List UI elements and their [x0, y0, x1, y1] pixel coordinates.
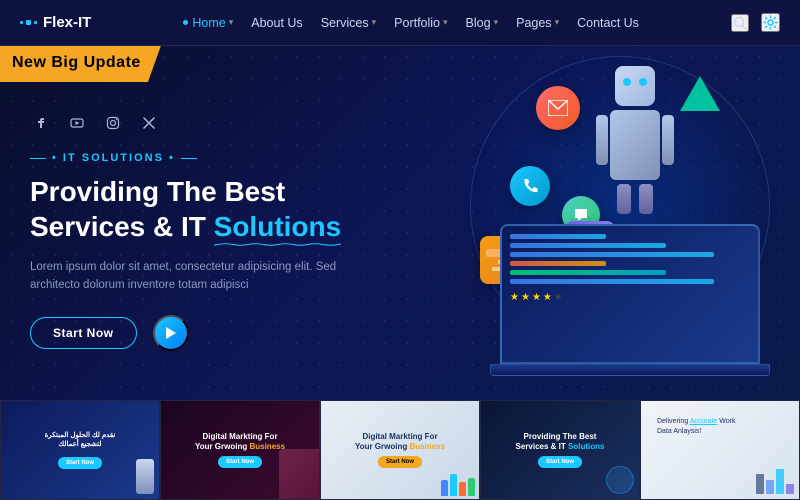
navbar: Flex-IT Home ▾ About Us Services ▾ Portf…	[0, 0, 800, 46]
hero-actions: Start Now	[30, 315, 420, 351]
nav-link-blog[interactable]: Blog ▾	[466, 16, 499, 30]
teal-triangle-accent	[680, 76, 720, 111]
youtube-icon[interactable]	[66, 112, 88, 134]
thumb-2-deco	[279, 449, 319, 499]
it-solutions-label: • IT SOLUTIONS •	[30, 152, 420, 164]
thumb-1-btn[interactable]: Start Now	[58, 457, 102, 469]
thumb-1-title: نقدم لك الحلول المبتكرةلتشجيع أعمالك	[45, 431, 116, 449]
facebook-icon[interactable]	[30, 112, 52, 134]
robot-legs	[600, 184, 670, 214]
nav-link-home[interactable]: Home ▾	[183, 16, 233, 30]
hero-description: Lorem ipsum dolor sit amet, consectetur …	[30, 258, 370, 295]
logo-icon	[20, 20, 37, 25]
update-badge: New Big Update	[0, 46, 161, 82]
thumbnail-3[interactable]: Digital Markting ForYour Grwoing Busines…	[320, 400, 480, 500]
screen-line-4	[510, 261, 606, 266]
screen-line-1	[510, 234, 606, 239]
chevron-down-icon: ▾	[372, 17, 377, 28]
nav-link-contact[interactable]: Contact Us	[577, 16, 639, 30]
thumbnail-strip: نقدم لك الحلول المبتكرةلتشجيع أعمالك Sta…	[0, 400, 800, 500]
robot-leg-left	[617, 184, 631, 214]
thumb-2-btn[interactable]: Start Now	[218, 456, 262, 468]
start-now-button[interactable]: Start Now	[30, 317, 137, 349]
chevron-down-icon: ▾	[555, 17, 560, 28]
play-icon	[166, 327, 176, 339]
robot-figure	[600, 66, 670, 226]
thumb-2-title: Digital Markting ForYour Grwoing Busines…	[195, 432, 285, 453]
thumb-3-btn[interactable]: Start Now	[378, 456, 422, 468]
hero-section: New Big Update	[0, 46, 800, 400]
chevron-down-icon: ▾	[443, 17, 448, 28]
thumb-3-title: Digital Markting ForYour Grwoing Busines…	[355, 432, 445, 453]
robot-head	[615, 66, 655, 106]
robot-body	[610, 110, 660, 180]
nav-link-portfolio[interactable]: Portfolio ▾	[394, 16, 447, 30]
float-phone-icon	[510, 166, 550, 206]
search-icon	[733, 16, 747, 30]
thumbnail-2[interactable]: Digital Markting ForYour Grwoing Busines…	[160, 400, 320, 500]
thumb-5-deco	[756, 469, 794, 494]
thumbnail-5[interactable]: Delivering Accurate WorkData Anlaysis!	[640, 400, 800, 500]
brand-name: Flex-IT	[43, 14, 91, 31]
nav-link-services[interactable]: Services ▾	[321, 16, 376, 30]
hero-right-illustration: 24/7 ★ ★	[400, 46, 800, 400]
robot-eye-right	[639, 78, 647, 86]
gear-icon	[763, 15, 778, 30]
instagram-icon[interactable]	[102, 112, 124, 134]
chevron-down-icon: ▾	[229, 17, 234, 28]
hero-left-content: • IT SOLUTIONS • Providing The Best Serv…	[0, 46, 420, 400]
robot-leg-right	[639, 184, 653, 214]
laptop-illustration: ★ ★ ★ ★ ★	[500, 224, 760, 376]
screen-line-5	[510, 270, 666, 275]
laptop-base	[490, 364, 771, 376]
screen-stars: ★ ★ ★ ★ ★	[510, 292, 750, 303]
mini-robot-1	[136, 459, 154, 494]
thumb-5-text: Delivering Accurate WorkData Anlaysis!	[649, 409, 743, 445]
thumbnail-4[interactable]: Providing The BestServices & IT Solution…	[480, 400, 640, 500]
search-button[interactable]	[731, 14, 749, 32]
nav-links: Home ▾ About Us Services ▾ Portfolio ▾ B…	[183, 16, 639, 30]
nav-link-pages[interactable]: Pages ▾	[516, 16, 559, 30]
robot-arm-left	[596, 115, 608, 165]
robot-arm-right	[662, 115, 674, 165]
iso-illustration: 24/7 ★ ★	[400, 46, 800, 400]
float-email-icon	[536, 86, 580, 130]
screen-line-6	[510, 279, 714, 284]
screen-line-2	[510, 243, 666, 248]
screen-line-3	[510, 252, 714, 257]
robot-eye-left	[623, 78, 631, 86]
thumb-3-figures	[441, 474, 475, 496]
laptop-screen: ★ ★ ★ ★ ★	[500, 224, 760, 364]
thumb-4-deco	[606, 466, 634, 494]
play-button[interactable]	[153, 315, 189, 351]
chevron-down-icon: ▾	[494, 17, 499, 28]
settings-button[interactable]	[761, 13, 780, 32]
thumb-4-title: Providing The BestServices & IT Solution…	[516, 432, 605, 453]
brand-logo[interactable]: Flex-IT	[20, 14, 91, 31]
thumbnail-1[interactable]: نقدم لك الحلول المبتكرةلتشجيع أعمالك Sta…	[0, 400, 160, 500]
twitter-x-icon[interactable]	[138, 112, 160, 134]
social-icons	[30, 112, 420, 134]
nav-actions	[731, 13, 780, 32]
hero-title: Providing The Best Services & IT Solutio…	[30, 174, 420, 244]
thumb-4-btn[interactable]: Start Now	[538, 456, 582, 468]
nav-link-about[interactable]: About Us	[251, 16, 302, 30]
